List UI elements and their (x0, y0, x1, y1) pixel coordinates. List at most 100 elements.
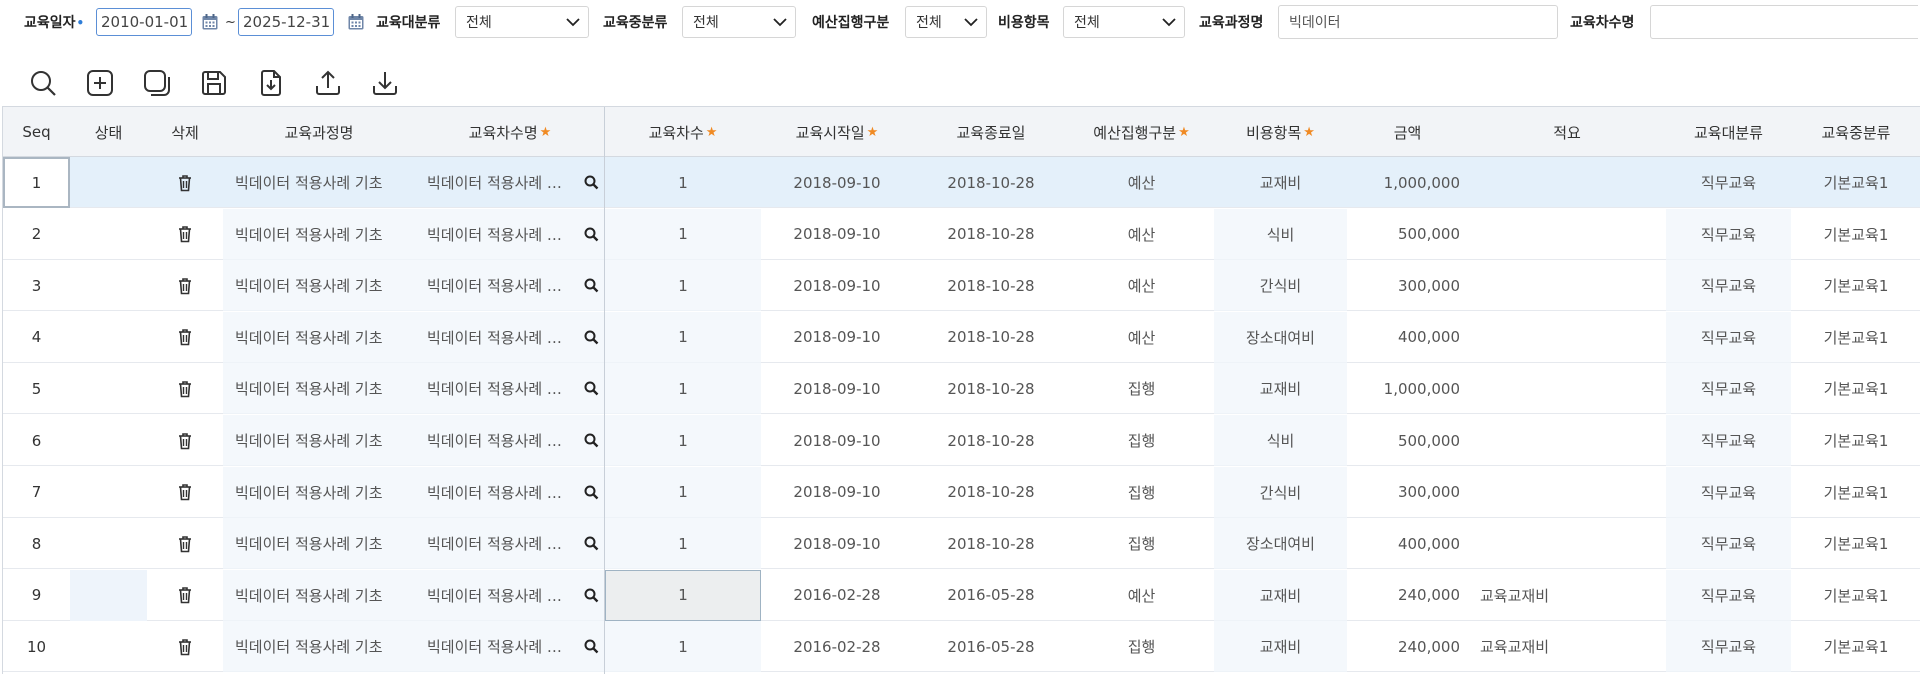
cell-cost-item[interactable]: 간식비 (1214, 466, 1347, 518)
trash-icon[interactable] (177, 380, 193, 398)
cell-memo[interactable]: 교육교재비 (1468, 621, 1666, 672)
cell-start[interactable]: 2018-09-10 (761, 518, 913, 569)
trash-icon[interactable] (177, 328, 193, 346)
column-header-cost-item[interactable]: 비용항목 ★ (1214, 107, 1347, 157)
cell-memo[interactable]: 교육교재비 (1468, 570, 1666, 621)
cell-session-no[interactable]: 1 (605, 311, 761, 363)
cell-seq[interactable]: 7 (3, 467, 70, 518)
download-button[interactable] (368, 66, 402, 100)
add-button[interactable] (83, 66, 117, 100)
trash-icon[interactable] (177, 225, 193, 243)
column-header-budget[interactable]: 예산집행구분 ★ (1069, 107, 1214, 157)
cell-session-name[interactable]: 빅데이터 적용사례 … (415, 466, 605, 518)
cell-start[interactable]: 2018-09-10 (761, 467, 913, 518)
cell-status[interactable] (70, 260, 147, 311)
table-row[interactable]: 7 빅데이터 적용사례 기초 빅데이터 적용사례 … 1 2018-09-10 2018-… (3, 466, 1920, 518)
cell-status[interactable] (70, 518, 147, 569)
cell-delete[interactable] (147, 260, 223, 311)
cell-status[interactable] (70, 467, 147, 518)
cell-memo[interactable] (1468, 209, 1666, 260)
cell-cost-item[interactable]: 장소대여비 (1214, 311, 1347, 363)
cell-cost-item[interactable]: 교재비 (1214, 157, 1347, 208)
cell-memo[interactable] (1468, 363, 1666, 414)
cell-cost-item[interactable]: 식비 (1214, 415, 1347, 466)
cell-course[interactable]: 빅데이터 적용사례 기초 (223, 621, 415, 673)
cell-session-no[interactable]: 1 (605, 208, 761, 260)
cell-session-name[interactable]: 빅데이터 적용사례 … (415, 157, 605, 208)
cell-memo[interactable] (1468, 260, 1666, 311)
cell-memo[interactable] (1468, 157, 1666, 208)
cell-session-no[interactable]: 1 (605, 260, 761, 312)
column-header-status[interactable]: 상태 (70, 107, 147, 157)
cell-session-no[interactable]: 1 (605, 569, 761, 621)
cell-budget[interactable]: 예산 (1069, 260, 1214, 311)
cell-session-name[interactable]: 빅데이터 적용사례 … (415, 363, 605, 415)
column-header-seq[interactable]: Seq (3, 107, 70, 157)
upload-button[interactable] (311, 66, 345, 100)
calendar-icon[interactable] (347, 13, 365, 31)
cell-start[interactable]: 2018-09-10 (761, 209, 913, 260)
cell-budget[interactable]: 예산 (1069, 312, 1214, 363)
cell-course[interactable]: 빅데이터 적용사례 기초 (223, 157, 415, 208)
cell-end[interactable]: 2018-10-28 (913, 415, 1069, 466)
session-name-input[interactable] (1650, 5, 1918, 39)
cell-cost-item[interactable]: 교재비 (1214, 569, 1347, 621)
cell-amount[interactable]: 400,000 (1347, 312, 1468, 363)
cell-course[interactable]: 빅데이터 적용사례 기초 (223, 208, 415, 260)
lookup-search-icon[interactable] (584, 485, 599, 500)
cell-session-name[interactable]: 빅데이터 적용사례 … (415, 518, 605, 570)
lookup-search-icon[interactable] (584, 227, 599, 242)
cell-mid[interactable]: 기본교육1 (1791, 312, 1920, 363)
table-row[interactable]: 1 빅데이터 적용사례 기초 빅데이터 적용사례 … 1 2018-09-10 2018-… (3, 157, 1920, 208)
cell-session-no[interactable]: 1 (605, 621, 761, 673)
column-header-delete[interactable]: 삭제 (147, 107, 223, 157)
copy-button[interactable] (140, 66, 174, 100)
column-header-session-no[interactable]: 교육차수 ★ (605, 107, 761, 157)
cell-session-name[interactable]: 빅데이터 적용사례 … (415, 621, 605, 673)
cell-start[interactable]: 2018-09-10 (761, 260, 913, 311)
cell-budget[interactable]: 집행 (1069, 518, 1214, 569)
cell-end[interactable]: 2018-10-28 (913, 312, 1069, 363)
column-header-session-name[interactable]: 교육차수명 ★ (415, 107, 605, 157)
lookup-search-icon[interactable] (584, 278, 599, 293)
cell-amount[interactable]: 500,000 (1347, 415, 1468, 466)
cell-delete[interactable] (147, 363, 223, 414)
cell-status[interactable] (70, 415, 147, 466)
cell-start[interactable]: 2016-02-28 (761, 621, 913, 672)
trash-icon[interactable] (177, 174, 193, 192)
cell-session-name[interactable]: 빅데이터 적용사례 … (415, 311, 605, 363)
save-button[interactable] (197, 66, 231, 100)
cell-amount[interactable]: 300,000 (1347, 467, 1468, 518)
cell-end[interactable]: 2018-10-28 (913, 467, 1069, 518)
trash-icon[interactable] (177, 638, 193, 656)
cell-budget[interactable]: 예산 (1069, 157, 1214, 208)
course-name-input[interactable]: 빅데이터 (1278, 5, 1558, 39)
mid-category-select[interactable]: 전체 (682, 6, 796, 38)
table-row[interactable]: 2 빅데이터 적용사례 기초 빅데이터 적용사례 … 1 2018-09-10 2018-… (3, 208, 1920, 260)
cell-course[interactable]: 빅데이터 적용사례 기초 (223, 569, 415, 621)
cell-amount[interactable]: 300,000 (1347, 260, 1468, 311)
table-row[interactable]: 8 빅데이터 적용사례 기초 빅데이터 적용사례 … 1 2018-09-10 2018-… (3, 518, 1920, 570)
cell-start[interactable]: 2018-09-10 (761, 157, 913, 208)
cell-amount[interactable]: 240,000 (1347, 621, 1468, 672)
cell-cost-item[interactable]: 식비 (1214, 208, 1347, 260)
cell-amount[interactable]: 1,000,000 (1347, 157, 1468, 208)
cell-course[interactable]: 빅데이터 적용사례 기초 (223, 415, 415, 466)
cell-status[interactable] (70, 209, 147, 260)
cell-session-no[interactable]: 1 (605, 415, 761, 466)
cell-delete[interactable] (147, 157, 223, 208)
cell-amount[interactable]: 500,000 (1347, 209, 1468, 260)
cell-delete[interactable] (147, 621, 223, 672)
cell-amount[interactable]: 1,000,000 (1347, 363, 1468, 414)
cell-delete[interactable] (147, 415, 223, 466)
column-header-major[interactable]: 교육대분류 (1666, 107, 1791, 157)
cell-budget[interactable]: 집행 (1069, 363, 1214, 414)
cell-course[interactable]: 빅데이터 적용사례 기초 (223, 518, 415, 570)
cell-cost-item[interactable]: 교재비 (1214, 363, 1347, 415)
cell-memo[interactable] (1468, 415, 1666, 466)
cell-end[interactable]: 2018-10-28 (913, 157, 1069, 208)
cell-budget[interactable]: 집행 (1069, 415, 1214, 466)
cell-end[interactable]: 2018-10-28 (913, 209, 1069, 260)
cell-mid[interactable]: 기본교육1 (1791, 363, 1920, 414)
cell-end[interactable]: 2016-05-28 (913, 570, 1069, 621)
